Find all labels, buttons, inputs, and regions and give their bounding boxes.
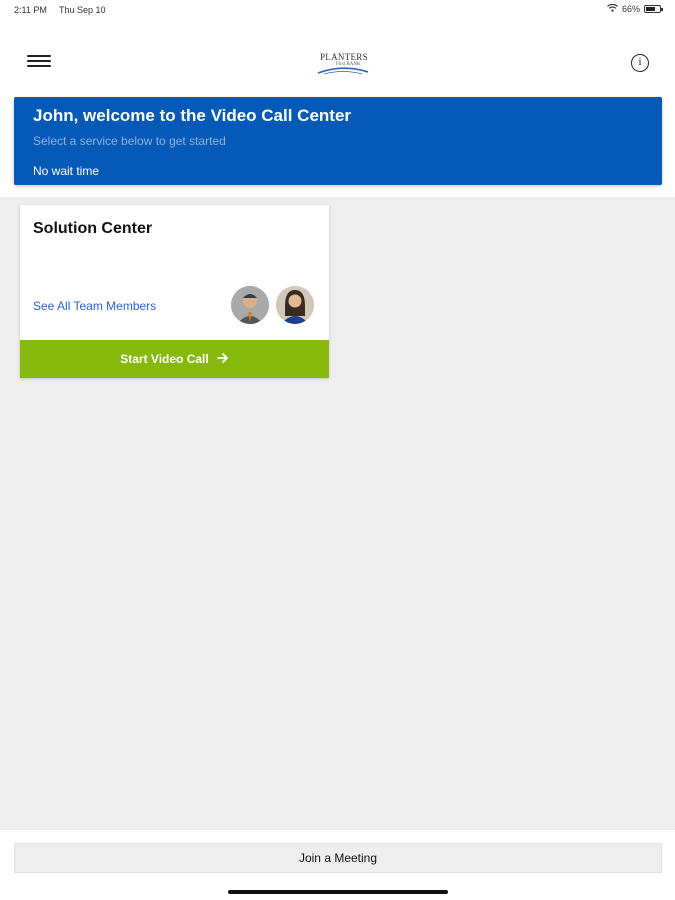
logo-line1: PLANTERS — [320, 52, 368, 62]
home-indicator[interactable] — [228, 890, 448, 894]
info-glyph: i — [638, 56, 642, 68]
wait-time-text: No wait time — [33, 164, 100, 178]
main-content: Solution Center See All Team Members Sta… — [0, 197, 675, 830]
battery-percent: 66% — [621, 4, 640, 14]
service-card-solution-center: Solution Center See All Team Members Sta… — [20, 205, 329, 378]
wifi-icon — [607, 3, 618, 14]
status-bar: 2:11 PM Thu Sep 10 66% — [0, 0, 675, 20]
join-meeting-button[interactable]: Join a Meeting — [14, 843, 662, 873]
status-date: Thu Sep 10 — [59, 5, 106, 15]
battery-icon — [644, 5, 663, 13]
top-nav: PLANTERS First BANK i — [0, 40, 675, 86]
service-name: Solution Center — [33, 220, 153, 237]
start-video-call-button[interactable]: Start Video Call — [20, 340, 329, 378]
hamburger-menu-icon[interactable] — [27, 53, 51, 69]
welcome-banner: John, welcome to the Video Call Center S… — [14, 97, 662, 185]
logo-swoosh — [317, 67, 369, 75]
team-member-avatar — [276, 286, 314, 324]
bank-logo: PLANTERS First BANK — [316, 50, 370, 76]
welcome-subtitle: Select a service below to get started — [33, 134, 226, 148]
welcome-title: John, welcome to the Video Call Center — [33, 106, 352, 125]
team-member-avatar — [231, 286, 269, 324]
status-time: 2:11 PM — [14, 5, 47, 15]
info-icon[interactable]: i — [631, 54, 649, 72]
battery-fill — [646, 7, 655, 11]
footer: Join a Meeting — [0, 830, 675, 900]
start-video-call-label: Start Video Call — [120, 352, 209, 366]
see-all-team-members-link[interactable]: See All Team Members — [33, 299, 156, 313]
arrow-right-icon — [216, 352, 229, 367]
status-right: 66% — [607, 3, 663, 14]
